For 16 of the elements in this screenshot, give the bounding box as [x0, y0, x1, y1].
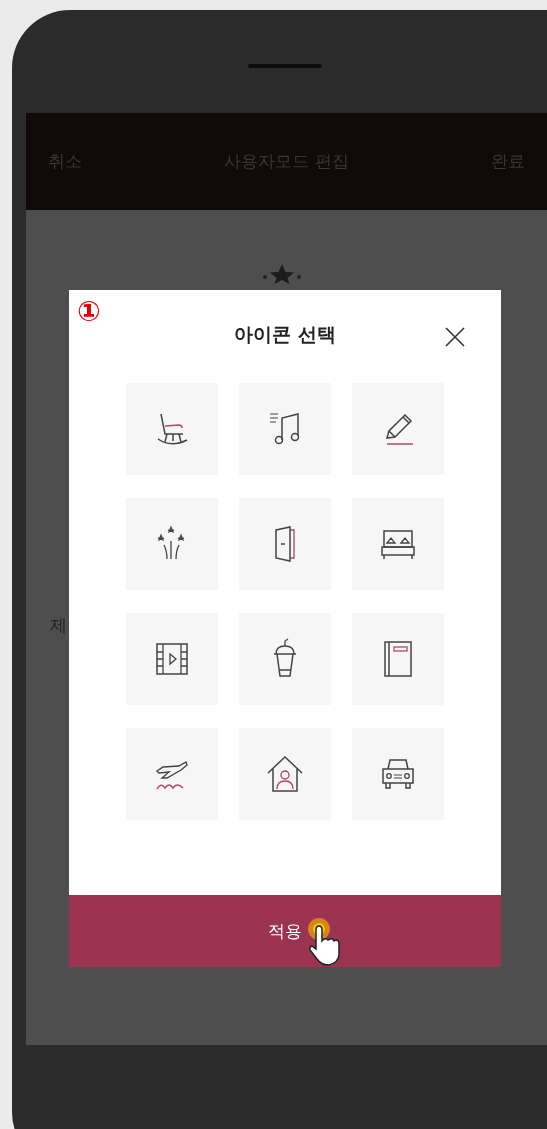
- icon-option[interactable]: [352, 498, 444, 590]
- icon-option[interactable]: [239, 498, 331, 590]
- apply-button[interactable]: 적용: [69, 895, 501, 967]
- icon-option[interactable]: [126, 383, 218, 475]
- icon-option[interactable]: [352, 728, 444, 820]
- close-icon[interactable]: [445, 327, 465, 347]
- dialog-title: 아이콘 선택: [234, 322, 336, 347]
- icon-option[interactable]: [239, 728, 331, 820]
- icon-option[interactable]: [352, 383, 444, 475]
- icon-option[interactable]: [239, 613, 331, 705]
- icon-option[interactable]: [126, 728, 218, 820]
- icon-option[interactable]: [352, 613, 444, 705]
- step-marker: ①: [77, 298, 101, 326]
- icon-option[interactable]: [239, 383, 331, 475]
- icon-option[interactable]: [126, 613, 218, 705]
- star-icon: [261, 262, 303, 284]
